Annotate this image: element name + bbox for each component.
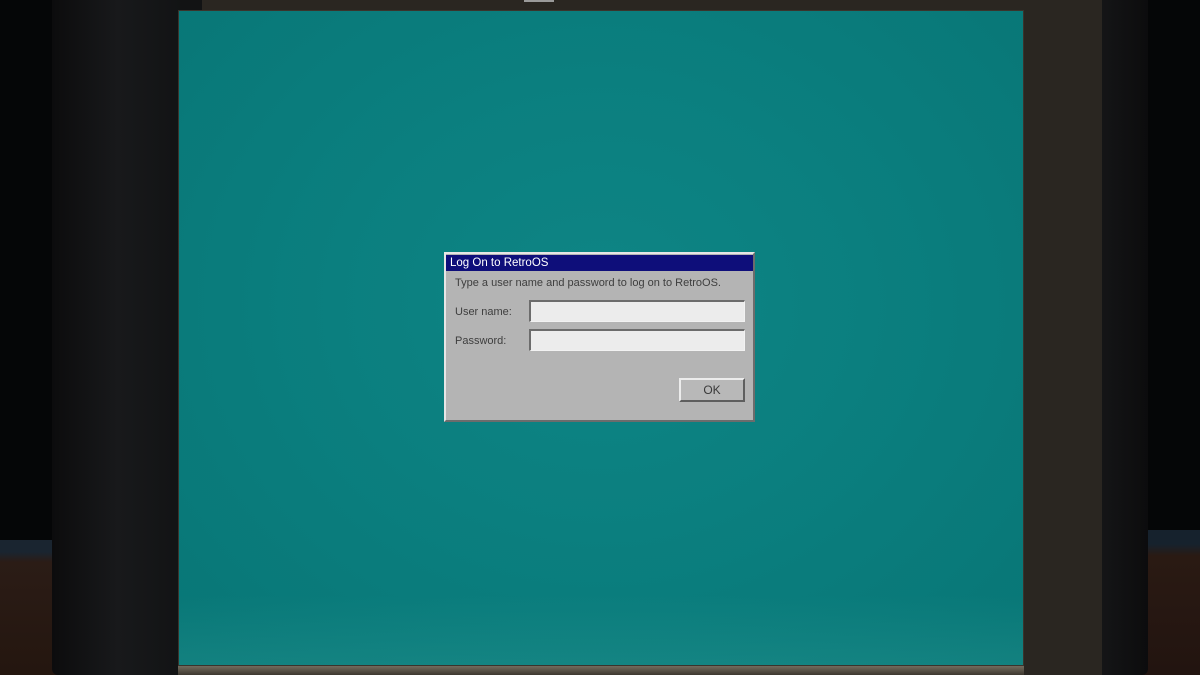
username-label: User name:: [455, 306, 512, 318]
dialog-title-bar[interactable]: Log On to RetroOS: [446, 255, 753, 271]
bezel-top-notch: [524, 0, 554, 2]
screen-glare: [179, 595, 1023, 665]
dialog-title: Log On to RetroOS: [450, 257, 549, 269]
ok-button[interactable]: OK: [679, 378, 745, 402]
dialog-instructions: Type a user name and password to log on …: [455, 277, 721, 289]
room-floor-right: [1140, 530, 1200, 675]
password-input[interactable]: [529, 329, 745, 351]
password-label: Password:: [455, 335, 507, 347]
logon-dialog: Log On to RetroOS Type a user name and p…: [444, 252, 755, 422]
room-floor-left: [0, 540, 60, 675]
username-input[interactable]: [529, 300, 745, 322]
